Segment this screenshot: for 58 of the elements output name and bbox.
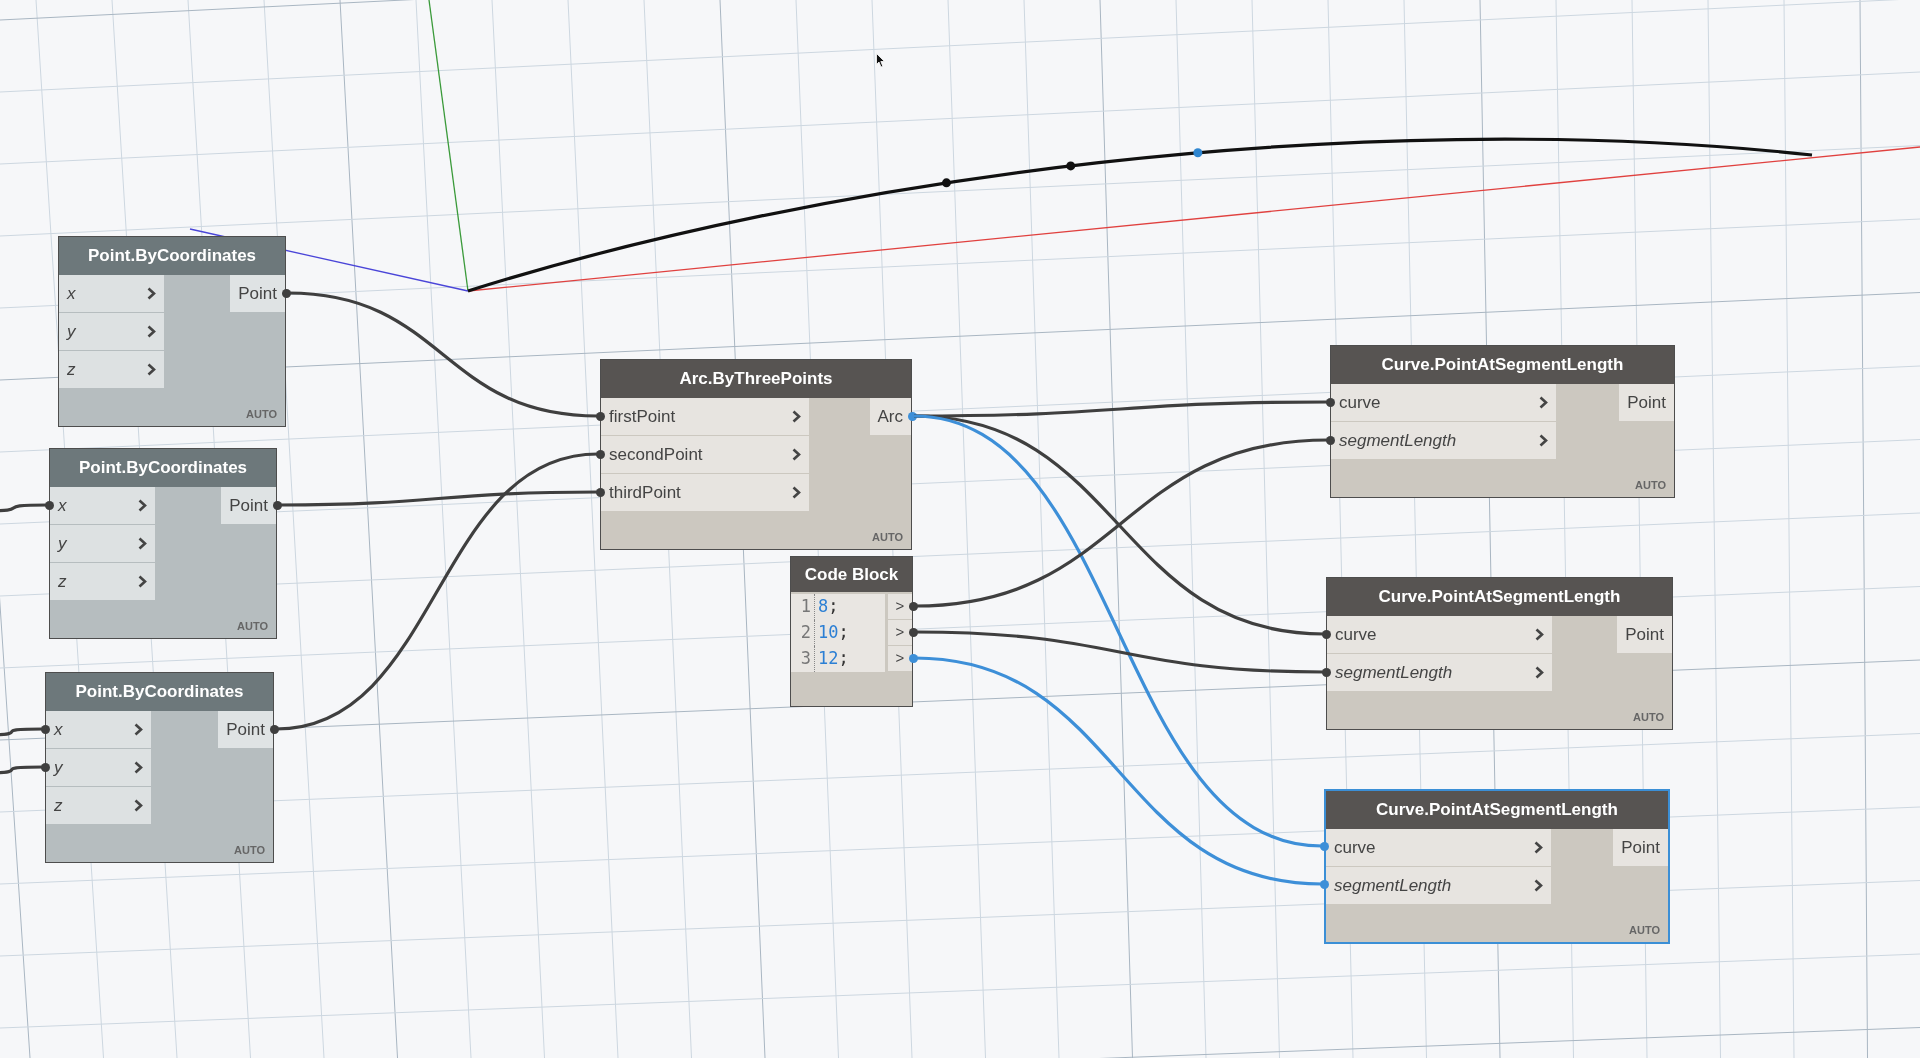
input-port[interactable]: z [50,563,155,600]
input-port[interactable]: curve [1331,384,1556,421]
output-port[interactable]: > [888,646,912,671]
input-port[interactable]: y [46,749,151,786]
input-port[interactable]: segmentLength [1326,867,1551,904]
line-number: 3 [791,646,815,672]
node-title: Point.ByCoordinates [59,237,285,275]
input-port[interactable]: thirdPoint [601,474,809,511]
lacing-label: AUTO [237,618,268,634]
node-card[interactable]: Curve.PointAtSegmentLength curve segmentLength Point AUTO [1324,789,1670,944]
node-card[interactable]: Arc.ByThreePoints firstPoint secondPoint thirdPoint Arc AUTO [600,359,912,550]
line-number: 2 [791,620,815,646]
lacing-label: AUTO [1629,922,1660,938]
node-card[interactable]: Point.ByCoordinates x y z Point AUTO [58,236,286,427]
node-title: Arc.ByThreePoints [601,360,911,398]
input-port[interactable]: segmentLength [1327,654,1552,691]
output-port[interactable]: Point [218,711,273,748]
node-card[interactable]: Code Block 1 8; 2 10; 3 12; > > > [790,556,913,707]
node-title: Curve.PointAtSegmentLength [1326,791,1668,829]
node-title: Code Block [791,557,912,592]
output-port[interactable]: Point [230,275,285,312]
input-port[interactable]: z [59,351,164,388]
output-port[interactable]: > [888,620,912,645]
input-port[interactable]: curve [1327,616,1552,653]
node-card[interactable]: Point.ByCoordinates x y z Point AUTO [45,672,274,863]
output-port[interactable]: Point [1613,829,1668,866]
lacing-label: AUTO [1635,477,1666,493]
lacing-label: AUTO [872,529,903,545]
lacing-label: AUTO [234,842,265,858]
node-title: Point.ByCoordinates [46,673,273,711]
input-port[interactable]: firstPoint [601,398,809,435]
node-title: Curve.PointAtSegmentLength [1327,578,1672,616]
node-card[interactable]: Point.ByCoordinates x y z Point AUTO [49,448,277,639]
lacing-label: AUTO [1633,709,1664,725]
output-port[interactable]: > [888,594,912,619]
code-line: 12; [817,647,849,671]
input-port[interactable]: y [59,313,164,350]
node-card[interactable]: Curve.PointAtSegmentLength curve segmentLength Point AUTO [1330,345,1675,498]
input-port[interactable]: segmentLength [1331,422,1556,459]
code-line: 10; [817,621,849,645]
code-line: 8; [817,595,839,619]
node-card[interactable]: Curve.PointAtSegmentLength curve segmentLength Point AUTO [1326,577,1673,730]
node-title: Point.ByCoordinates [50,449,276,487]
node-title: Curve.PointAtSegmentLength [1331,346,1674,384]
line-number: 1 [791,594,815,620]
code-editor[interactable]: 1 8; 2 10; 3 12; [791,594,885,672]
input-port[interactable]: z [46,787,151,824]
input-port[interactable]: secondPoint [601,436,809,473]
input-port[interactable]: y [50,525,155,562]
output-port[interactable]: Point [1617,616,1672,653]
input-port[interactable]: x [50,487,155,524]
lacing-label: AUTO [246,406,277,422]
output-port[interactable]: Arc [869,398,911,435]
input-port[interactable]: curve [1326,829,1551,866]
output-port[interactable]: Point [221,487,276,524]
input-port[interactable]: x [46,711,151,748]
output-port[interactable]: Point [1619,384,1674,421]
input-port[interactable]: x [59,275,164,312]
